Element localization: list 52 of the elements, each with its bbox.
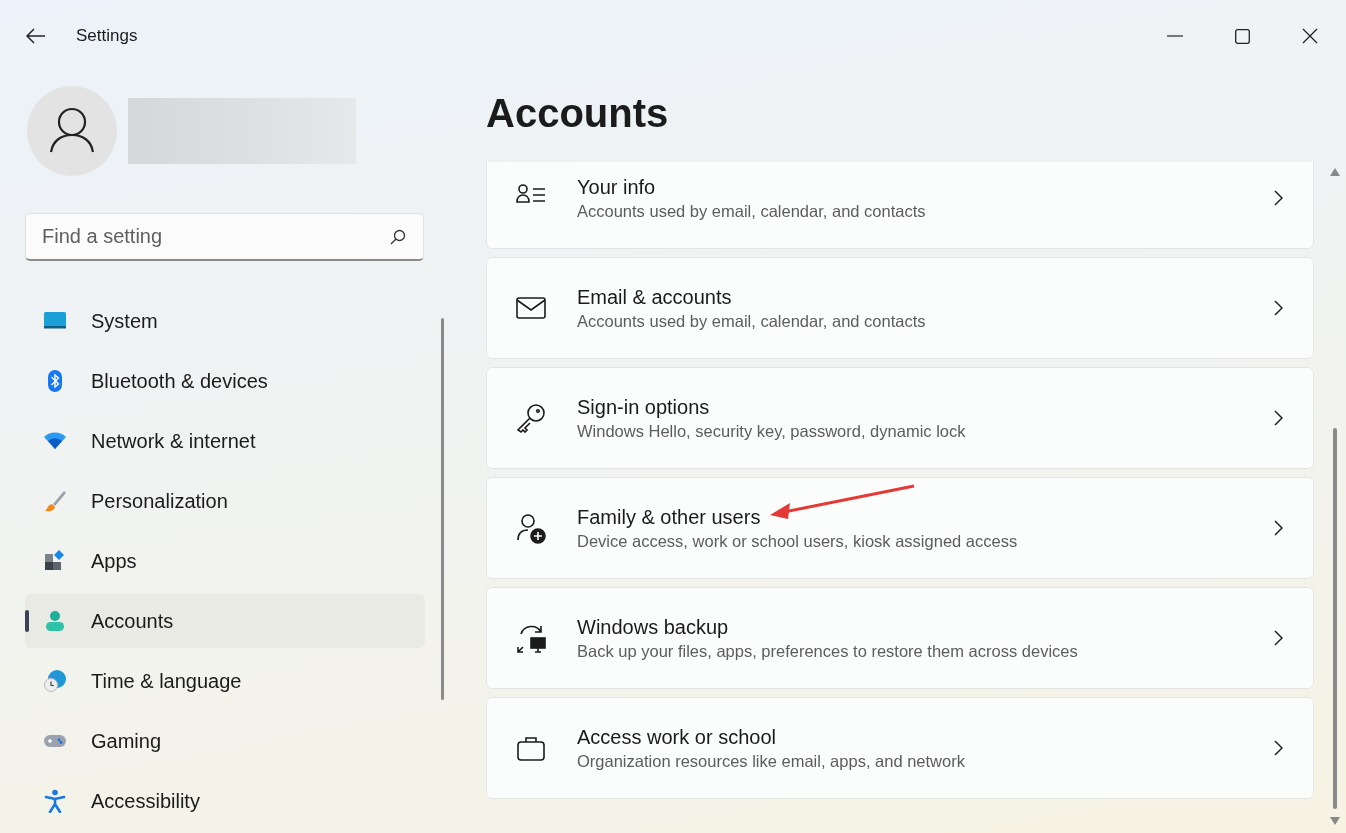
settings-card[interactable]: Access work or school Organization resources like email, apps, and network: [486, 697, 1314, 799]
sidebar-item[interactable]: Time & language: [25, 654, 425, 708]
scroll-down-icon[interactable]: [1330, 817, 1340, 825]
sidebar-item[interactable]: System: [25, 294, 425, 348]
settings-card[interactable]: Windows backup Back up your files, apps, preferences to restore them across devices: [486, 587, 1314, 689]
apps-icon: [43, 549, 67, 573]
card-description: Accounts used by email, calendar, and contacts: [577, 201, 927, 221]
card-description: Windows Hello, security key, password, dynamic lock: [577, 421, 967, 441]
close-icon[interactable]: [1302, 28, 1318, 44]
card-title: Email & accounts: [577, 285, 733, 309]
settings-card[interactable]: Email & accounts Accounts used by email, calendar, and contacts: [486, 257, 1314, 359]
back-arrow-icon[interactable]: [26, 28, 46, 44]
sidebar-item[interactable]: Accounts: [25, 594, 425, 648]
card-title: Your info: [577, 175, 657, 199]
accessibility-icon: [43, 789, 67, 813]
paintbrush-icon: [43, 489, 67, 513]
scrollbar[interactable]: [441, 318, 444, 700]
chevron-icon: [1274, 520, 1283, 536]
maximize-icon[interactable]: [1235, 28, 1250, 44]
sidebar-item[interactable]: Bluetooth & devices: [25, 354, 425, 408]
settings-card[interactable]: Sign-in options Windows Hello, security key, password, dynamic lock: [486, 367, 1314, 469]
person-icon: [43, 609, 67, 633]
window-title: Settings: [76, 26, 138, 46]
card-title: Windows backup: [577, 615, 730, 639]
person-add-icon: [515, 512, 547, 544]
card-description: Organization resources like email, apps, and network: [577, 751, 966, 771]
card-description: Accounts used by email, calendar, and contacts: [577, 311, 927, 331]
globe-clock-icon: [43, 669, 67, 693]
settings-card[interactable]: Family & other users Device access, work or school users, kiosk assigned access: [486, 477, 1314, 579]
chevron-icon: [1274, 740, 1283, 756]
sidebar-item[interactable]: Personalization: [25, 474, 425, 528]
selection-indicator: [25, 610, 29, 632]
chevron-icon: [1274, 630, 1283, 646]
card-title: Sign-in options: [577, 395, 711, 419]
key-icon: [515, 402, 547, 434]
scroll-up-icon[interactable]: [1330, 168, 1340, 176]
chevron-icon: [1274, 410, 1283, 426]
sidebar-item[interactable]: Accessibility: [25, 774, 425, 828]
card-title: Family & other users: [577, 505, 762, 529]
search-icon[interactable]: [390, 229, 406, 245]
chevron-icon: [1274, 300, 1283, 316]
settings-card[interactable]: Your info Accounts used by email, calendar, and contacts: [486, 162, 1314, 249]
sidebar-item[interactable]: Apps: [25, 534, 425, 588]
page-title: Accounts: [486, 90, 670, 137]
card-description: Back up your files, apps, preferences to restore them across devices: [577, 641, 1079, 661]
sidebar-item[interactable]: Network & internet: [25, 414, 425, 468]
sidebar-item[interactable]: Gaming: [25, 714, 425, 768]
card-description: Device access, work or school users, kiosk assigned access: [577, 531, 1019, 551]
card-title: Access work or school: [577, 725, 777, 749]
chevron-icon: [1274, 190, 1283, 206]
avatar-icon: [27, 86, 117, 176]
search-field[interactable]: Find a setting: [25, 213, 424, 261]
